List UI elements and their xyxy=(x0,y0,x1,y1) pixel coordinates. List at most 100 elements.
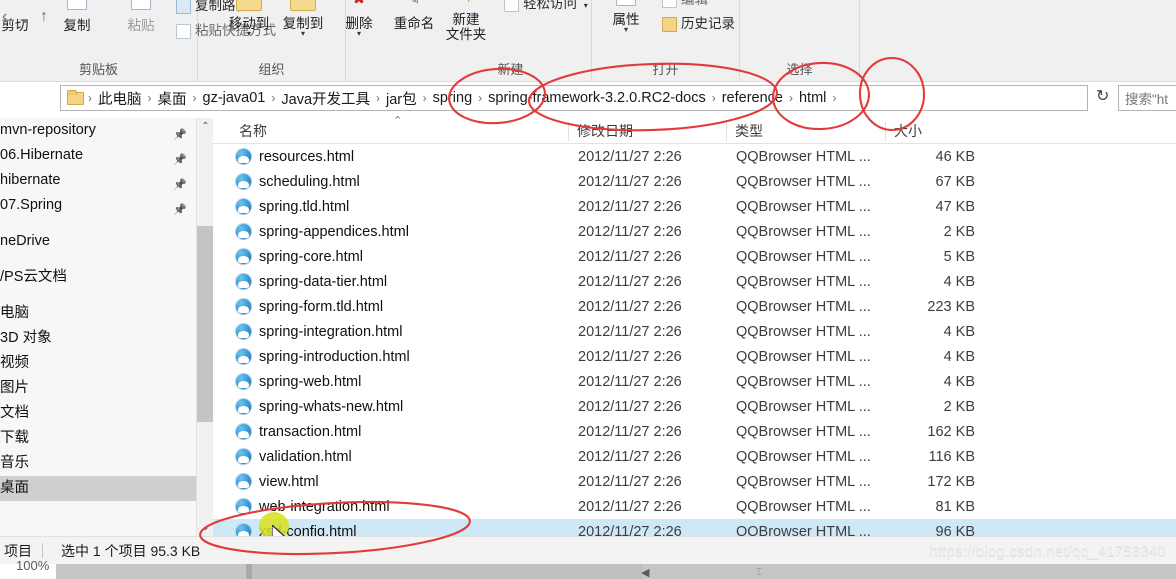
scroll-left-icon[interactable]: ◀ xyxy=(641,566,649,579)
easy-access-button[interactable]: 轻松访问 ▾ xyxy=(504,0,588,12)
scrollbar-thumb[interactable] xyxy=(197,226,214,422)
crumb-separator[interactable]: › xyxy=(374,91,382,105)
sidebar-item[interactable]: 07.Spring 📌 xyxy=(0,193,196,218)
file-name-cell[interactable]: view.html xyxy=(235,473,319,490)
table-row[interactable]: validation.html 2012/11/27 2:26 QQBrowser … xyxy=(213,444,1176,469)
crumb-separator[interactable]: › xyxy=(830,91,838,105)
breadcrumb-desktop[interactable]: 桌面 xyxy=(154,86,191,111)
breadcrumb-spring[interactable]: spring xyxy=(429,88,477,108)
table-row[interactable]: spring-form.tld.html 2012/11/27 2:26 QQBro… xyxy=(213,294,1176,319)
edit-button[interactable]: 编辑 xyxy=(662,0,708,8)
breadcrumb-html[interactable]: html xyxy=(795,88,830,108)
navigation-pane[interactable]: mvn-repository 📌 06.Hibernate 📌 hibernate 📌 07… xyxy=(0,118,196,536)
pin-icon[interactable]: 📌 xyxy=(173,173,187,191)
file-name-cell[interactable]: resources.html xyxy=(235,148,354,165)
address-bar[interactable]: › 此电脑 › 桌面 › gz-java01 › Java开发工具 › jar包… xyxy=(60,85,1088,111)
column-header-size[interactable]: 大小 xyxy=(885,122,922,141)
crumb-separator[interactable]: › xyxy=(269,91,277,105)
file-name-cell[interactable]: web-integration.html xyxy=(235,498,390,515)
scroll-up-icon[interactable]: ⌃ xyxy=(197,118,214,135)
table-row[interactable]: spring-data-tier.html 2012/11/27 2:26 QQBr… xyxy=(213,269,1176,294)
file-name-cell[interactable]: spring-introduction.html xyxy=(235,348,410,365)
copy-button[interactable] xyxy=(48,0,106,11)
sidebar-item[interactable]: 视频 xyxy=(0,351,196,376)
column-header-date[interactable]: 修改日期 xyxy=(568,122,633,141)
file-name-cell[interactable]: spring-form.tld.html xyxy=(235,298,383,315)
breadcrumb-spring-docs[interactable]: spring-framework-3.2.0.RC2-docs xyxy=(484,88,710,108)
navigation-pane-scrollbar[interactable]: ⌃ ⌄ xyxy=(196,118,214,536)
sidebar-item[interactable]: 桌面 xyxy=(0,476,196,501)
file-name-cell[interactable]: transaction.html xyxy=(235,423,361,440)
sidebar-item[interactable]: 文档 xyxy=(0,401,196,426)
recent-locations-button[interactable]: ⌄ xyxy=(18,8,31,28)
breadcrumb-java-tools[interactable]: Java开发工具 xyxy=(277,86,374,111)
scroll-down-icon[interactable]: ⌄ xyxy=(197,519,214,536)
table-row[interactable]: spring-introduction.html 2012/11/27 2:26 Q… xyxy=(213,344,1176,369)
search-input[interactable]: 搜索"ht xyxy=(1118,85,1176,111)
refresh-icon[interactable]: ↻ xyxy=(1096,86,1109,106)
table-row[interactable]: resources.html 2012/11/27 2:26 QQBrowser H… xyxy=(213,144,1176,169)
sidebar-item[interactable]: 3D 对象 xyxy=(0,326,196,351)
table-row[interactable]: view.html 2012/11/27 2:26 QQBrowser HTML .… xyxy=(213,469,1176,494)
move-to-button[interactable] xyxy=(224,0,274,11)
table-row[interactable]: spring-core.html 2012/11/27 2:26 QQBrowser… xyxy=(213,244,1176,269)
file-name-cell[interactable]: spring-web.html xyxy=(235,373,361,390)
properties-button[interactable] xyxy=(600,0,652,7)
sidebar-item[interactable]: neDrive xyxy=(0,229,196,254)
file-name-cell[interactable]: spring-appendices.html xyxy=(235,223,409,240)
copy-to-button[interactable] xyxy=(278,0,328,11)
file-name-cell[interactable]: spring-data-tier.html xyxy=(235,273,387,290)
pin-icon[interactable]: 📌 xyxy=(173,148,187,166)
sidebar-item[interactable]: 下载 xyxy=(0,426,196,451)
breadcrumb-jar[interactable]: jar包 xyxy=(382,86,421,111)
sidebar-item[interactable]: /PS云文档 xyxy=(0,265,196,290)
pin-icon[interactable]: 📌 xyxy=(173,198,187,216)
horizontal-scrollbar-thumb[interactable] xyxy=(252,564,642,579)
breadcrumb-gz-java01[interactable]: gz-java01 xyxy=(199,88,270,108)
up-button[interactable]: ↑ xyxy=(40,8,48,26)
table-row[interactable]: spring-integration.html 2012/11/27 2:26 QQ… xyxy=(213,319,1176,344)
crumb-separator[interactable]: › xyxy=(476,91,484,105)
file-name-cell[interactable]: spring-whats-new.html xyxy=(235,398,403,415)
new-folder-button[interactable]: 新建 文件夹 xyxy=(438,12,494,42)
table-row[interactable]: spring-appendices.html 2012/11/27 2:26 QQB… xyxy=(213,219,1176,244)
move-to-caret-icon[interactable]: ▾ xyxy=(224,30,274,38)
crumb-separator[interactable]: › xyxy=(146,91,154,105)
column-header-type[interactable]: 类型 xyxy=(726,122,763,141)
file-name-cell[interactable]: spring-core.html xyxy=(235,248,363,265)
horizontal-scrollbar[interactable]: ◀ ⌶ xyxy=(56,564,1176,579)
file-name-cell[interactable]: validation.html xyxy=(235,448,352,465)
column-header-name[interactable]: 名称 xyxy=(231,122,267,141)
breadcrumb-reference[interactable]: reference xyxy=(718,88,787,108)
table-row[interactable]: spring-whats-new.html 2012/11/27 2:26 QQBr… xyxy=(213,394,1176,419)
easy-access-caret-icon[interactable]: ▾ xyxy=(584,2,588,10)
paste-button[interactable] xyxy=(112,0,170,11)
table-row[interactable]: web-integration.html 2012/11/27 2:26 QQBro… xyxy=(213,494,1176,519)
sidebar-item[interactable]: 06.Hibernate 📌 xyxy=(0,143,196,168)
file-name-cell[interactable]: scheduling.html xyxy=(235,173,360,190)
crumb-separator[interactable]: › xyxy=(787,91,795,105)
crumb-separator[interactable]: › xyxy=(191,91,199,105)
sidebar-item[interactable]: hibernate 📌 xyxy=(0,168,196,193)
table-row[interactable]: spring.tld.html 2012/11/27 2:26 QQBrowser … xyxy=(213,194,1176,219)
history-button[interactable]: 历史记录 xyxy=(662,16,735,32)
table-row[interactable]: spring-web.html 2012/11/27 2:26 QQBrowser … xyxy=(213,369,1176,394)
file-name-cell[interactable]: spring.tld.html xyxy=(235,198,349,215)
crumb-separator[interactable]: › xyxy=(710,91,718,105)
delete-caret-icon[interactable]: ▾ xyxy=(336,30,382,38)
crumb-separator[interactable]: › xyxy=(421,91,429,105)
sidebar-item[interactable]: 音乐 xyxy=(0,451,196,476)
sidebar-item[interactable]: 电脑 xyxy=(0,301,196,326)
pin-icon[interactable]: 📌 xyxy=(173,123,187,141)
sidebar-item[interactable]: 图片 xyxy=(0,376,196,401)
table-row[interactable]: transaction.html 2012/11/27 2:26 QQBrowser… xyxy=(213,419,1176,444)
delete-button[interactable]: 删除 ▾ xyxy=(336,16,382,38)
copy-to-caret-icon[interactable]: ▾ xyxy=(278,30,328,38)
breadcrumb-this-pc[interactable]: 此电脑 xyxy=(94,86,146,111)
file-name-cell[interactable]: spring-integration.html xyxy=(235,323,402,340)
sidebar-item[interactable]: mvn-repository 📌 xyxy=(0,118,196,143)
back-button[interactable]: ‹ xyxy=(2,8,7,26)
crumb-separator[interactable]: › xyxy=(86,91,94,105)
properties-caret-icon[interactable]: ▾ xyxy=(600,26,652,34)
table-row[interactable]: scheduling.html 2012/11/27 2:26 QQBrowser … xyxy=(213,169,1176,194)
